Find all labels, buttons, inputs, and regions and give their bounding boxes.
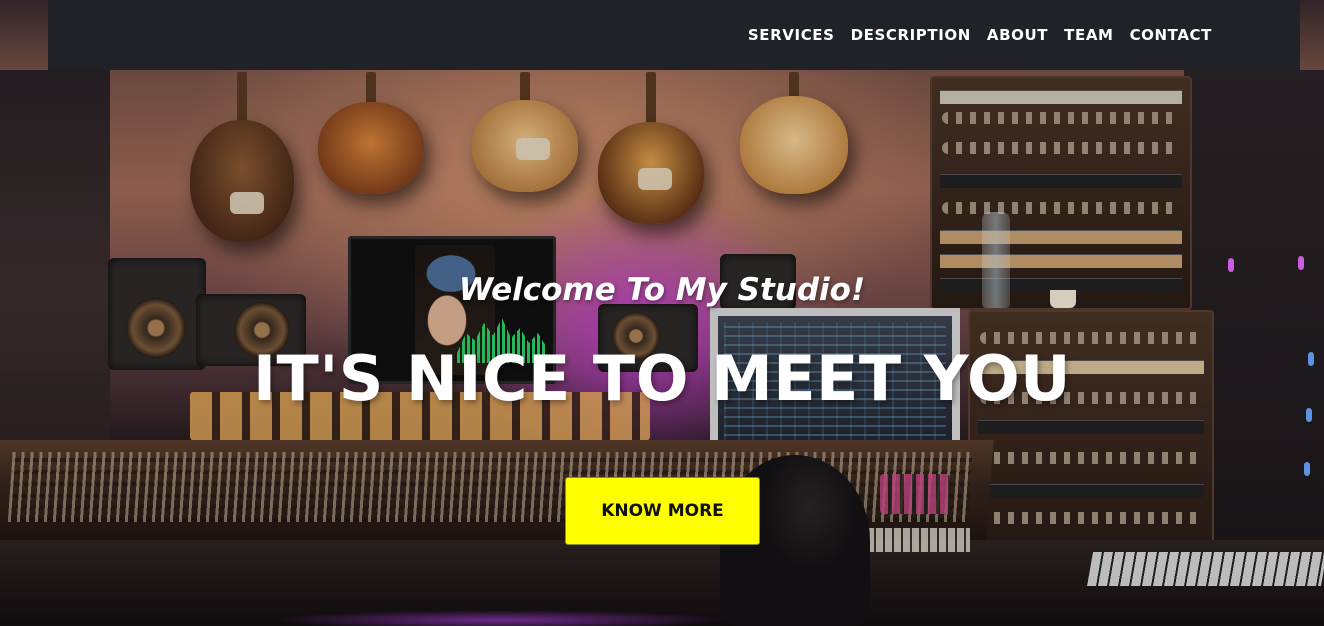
hero-subheading: Welcome To My Studio!: [458, 272, 866, 308]
hero-heading: IT'S NICE TO MEET YOU: [252, 342, 1072, 415]
nav-links: SERVICES DESCRIPTION ABOUT TEAM CONTACT: [748, 26, 1212, 44]
nav-link-contact[interactable]: CONTACT: [1130, 26, 1212, 44]
hero-section: Welcome To My Studio! IT'S NICE TO MEET …: [0, 0, 1324, 626]
know-more-button[interactable]: KNOW MORE: [565, 477, 760, 545]
nav-link-about[interactable]: ABOUT: [987, 26, 1048, 44]
nav-link-services[interactable]: SERVICES: [748, 26, 835, 44]
nav-link-description[interactable]: DESCRIPTION: [851, 26, 971, 44]
nav-link-team[interactable]: TEAM: [1064, 26, 1113, 44]
navbar: SERVICES DESCRIPTION ABOUT TEAM CONTACT: [48, 0, 1300, 70]
